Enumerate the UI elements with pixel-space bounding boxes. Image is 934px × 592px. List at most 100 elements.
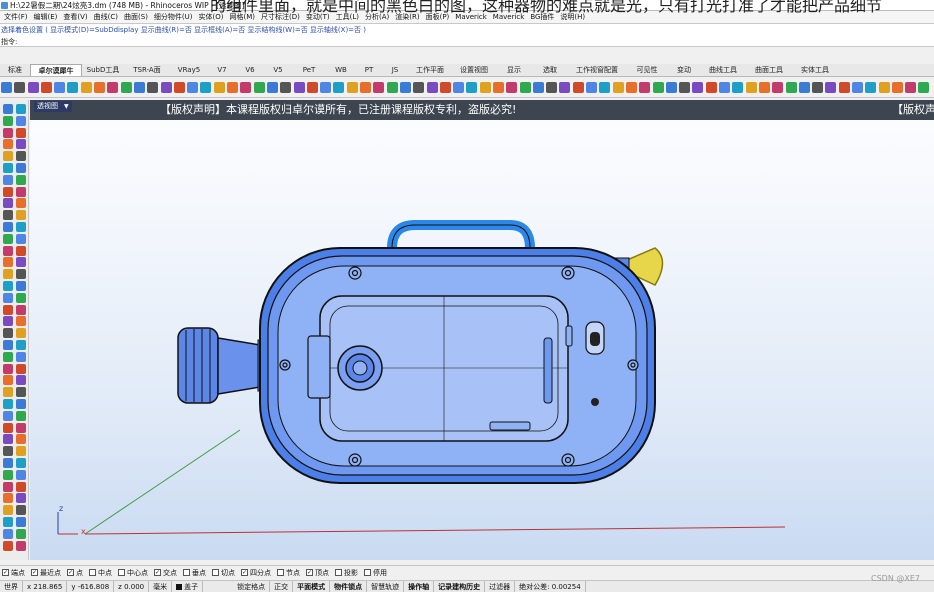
toolbar-tab[interactable]: PT — [356, 64, 382, 76]
toolbar-tool-icon[interactable] — [439, 82, 451, 93]
left-tool-icon[interactable] — [16, 375, 26, 386]
osnap-checkbox[interactable]: ✓ — [67, 569, 74, 576]
toolbar-tool-icon[interactable] — [918, 82, 930, 93]
toolbar-tab[interactable]: 变动 — [668, 64, 700, 76]
osnap-checkbox[interactable] — [335, 569, 342, 576]
toolbar-tool-icon[interactable] — [852, 82, 863, 93]
toolbar-tool-icon[interactable] — [293, 82, 305, 93]
left-tool-icon[interactable] — [3, 104, 13, 114]
toolbar-tool-icon[interactable] — [1, 82, 12, 93]
menu-item[interactable]: 曲面(S) — [121, 12, 151, 22]
left-tool-icon[interactable] — [16, 104, 26, 114]
toolbar-tab[interactable]: 卓尔谟犀牛 — [30, 64, 82, 76]
left-tool-icon[interactable] — [16, 281, 26, 291]
left-tool-icon[interactable] — [3, 422, 13, 433]
left-tool-icon[interactable] — [16, 328, 26, 339]
toolbar-tool-icon[interactable] — [479, 82, 491, 93]
toolbar-tool-icon[interactable] — [865, 82, 877, 93]
toolbar-tool-icon[interactable] — [625, 82, 637, 93]
left-tool-icon[interactable] — [3, 363, 13, 374]
left-tool-icon[interactable] — [16, 186, 26, 197]
toolbar-tab[interactable]: V5 — [264, 64, 292, 76]
toolbar-tool-icon[interactable] — [532, 82, 544, 93]
toolbar-tab[interactable]: 实体工具 — [792, 64, 838, 76]
toolbar-tool-icon[interactable] — [758, 82, 770, 93]
osnap-checkbox[interactable] — [212, 569, 219, 576]
osnap-option[interactable]: 垂点 — [183, 568, 206, 578]
toolbar-tool-icon[interactable] — [213, 82, 225, 93]
toolbar-tool-icon[interactable] — [147, 82, 159, 93]
osnap-option[interactable]: 中心点 — [118, 568, 148, 578]
osnap-checkbox[interactable]: ✓ — [241, 569, 248, 576]
toolbar-tool-icon[interactable] — [40, 82, 52, 93]
grid-snap-toggle[interactable]: 锁定格点 — [233, 581, 271, 592]
perspective-viewport[interactable]: 透视图 ▼ 【版权声明】本课程版权归卓尔谟所有，已注册课程版权专利，盗版必究! 【… — [30, 100, 934, 560]
osnap-option[interactable]: ✓ 最近点 — [31, 568, 61, 578]
toolbar-tool-icon[interactable] — [652, 82, 664, 93]
toolbar-tool-icon[interactable] — [240, 82, 252, 93]
toolbar-tool-icon[interactable] — [399, 82, 411, 93]
toolbar-tool-icon[interactable] — [785, 82, 797, 93]
left-tool-icon[interactable] — [16, 316, 26, 327]
menu-item[interactable]: 曲线(C) — [91, 12, 121, 22]
left-tool-icon[interactable] — [3, 163, 13, 173]
left-tool-icon[interactable] — [16, 469, 26, 480]
toolbar-tool-icon[interactable] — [745, 82, 757, 93]
toolbar-tool-icon[interactable] — [120, 82, 132, 93]
left-tool-icon[interactable] — [3, 233, 13, 244]
left-tool-icon[interactable] — [16, 528, 26, 539]
osnap-checkbox[interactable]: ✓ — [31, 569, 38, 576]
toolbar-tool-icon[interactable] — [679, 82, 691, 93]
smarttrack-toggle[interactable]: 智慧轨迹 — [367, 581, 405, 592]
toolbar-tool-icon[interactable] — [80, 82, 92, 93]
record-history-toggle[interactable]: 记录建构历史 — [434, 581, 486, 592]
osnap-option[interactable]: ✓ 顶点 — [306, 568, 329, 578]
osnap-checkbox[interactable]: ✓ — [306, 569, 313, 576]
toolbar-tab[interactable]: 工作平面 — [408, 64, 452, 76]
toolbar-tab[interactable]: 曲面工具 — [746, 64, 792, 76]
left-tool-icon[interactable] — [16, 245, 26, 256]
left-tool-icon[interactable] — [3, 340, 13, 350]
menu-item[interactable]: 文件(F) — [1, 12, 31, 22]
toolbar-tool-icon[interactable] — [160, 82, 172, 93]
left-tool-icon[interactable] — [16, 387, 26, 398]
toolbar-tool-icon[interactable] — [266, 82, 278, 93]
toolbar-tool-icon[interactable] — [732, 82, 744, 93]
left-tool-icon[interactable] — [16, 304, 26, 315]
cplane-indicator[interactable]: 世界 — [0, 581, 23, 592]
toolbar-tool-icon[interactable] — [812, 82, 824, 93]
command-prompt[interactable]: 指令: — [1, 36, 934, 48]
left-tool-icon[interactable] — [3, 316, 13, 327]
left-tool-icon[interactable] — [3, 517, 13, 527]
left-tool-icon[interactable] — [16, 163, 26, 173]
toolbar-tool-icon[interactable] — [280, 82, 292, 93]
planar-toggle[interactable]: 平面模式 — [293, 581, 331, 592]
toolbar-tab[interactable]: 工作视窗配置 — [568, 64, 626, 76]
left-tool-icon[interactable] — [3, 222, 13, 232]
left-tool-icon[interactable] — [16, 269, 26, 280]
left-tool-icon[interactable] — [3, 245, 13, 256]
osnap-checkbox[interactable] — [277, 569, 284, 576]
toolbar-tool-icon[interactable] — [306, 82, 318, 93]
left-tool-icon[interactable] — [3, 186, 13, 197]
units-indicator[interactable]: 毫米 — [149, 581, 173, 592]
toolbar-tool-icon[interactable] — [639, 82, 651, 93]
left-tool-icon[interactable] — [3, 127, 13, 138]
toolbar-tool-icon[interactable] — [492, 82, 504, 93]
left-tool-icon[interactable] — [16, 115, 26, 126]
osnap-option[interactable]: 投影 — [335, 568, 358, 578]
osnap-option[interactable]: 切点 — [212, 568, 235, 578]
left-tool-icon[interactable] — [3, 458, 13, 468]
toolbar-tab[interactable]: SubD工具 — [82, 64, 124, 76]
toolbar-tab[interactable]: VRay5 — [170, 64, 208, 76]
toolbar-tool-icon[interactable] — [798, 82, 810, 93]
toolbar-tab[interactable]: TSR-A面 — [124, 64, 170, 76]
toolbar-tab[interactable]: PeT — [292, 64, 326, 76]
toolbar-tool-icon[interactable] — [506, 82, 518, 93]
toolbar-tool-icon[interactable] — [453, 82, 465, 93]
left-tool-icon[interactable] — [16, 434, 26, 445]
left-tool-icon[interactable] — [3, 469, 13, 480]
toolbar-tool-icon[interactable] — [67, 82, 79, 93]
osnap-checkbox[interactable]: ✓ — [154, 569, 161, 576]
toolbar-tool-icon[interactable] — [599, 82, 611, 93]
